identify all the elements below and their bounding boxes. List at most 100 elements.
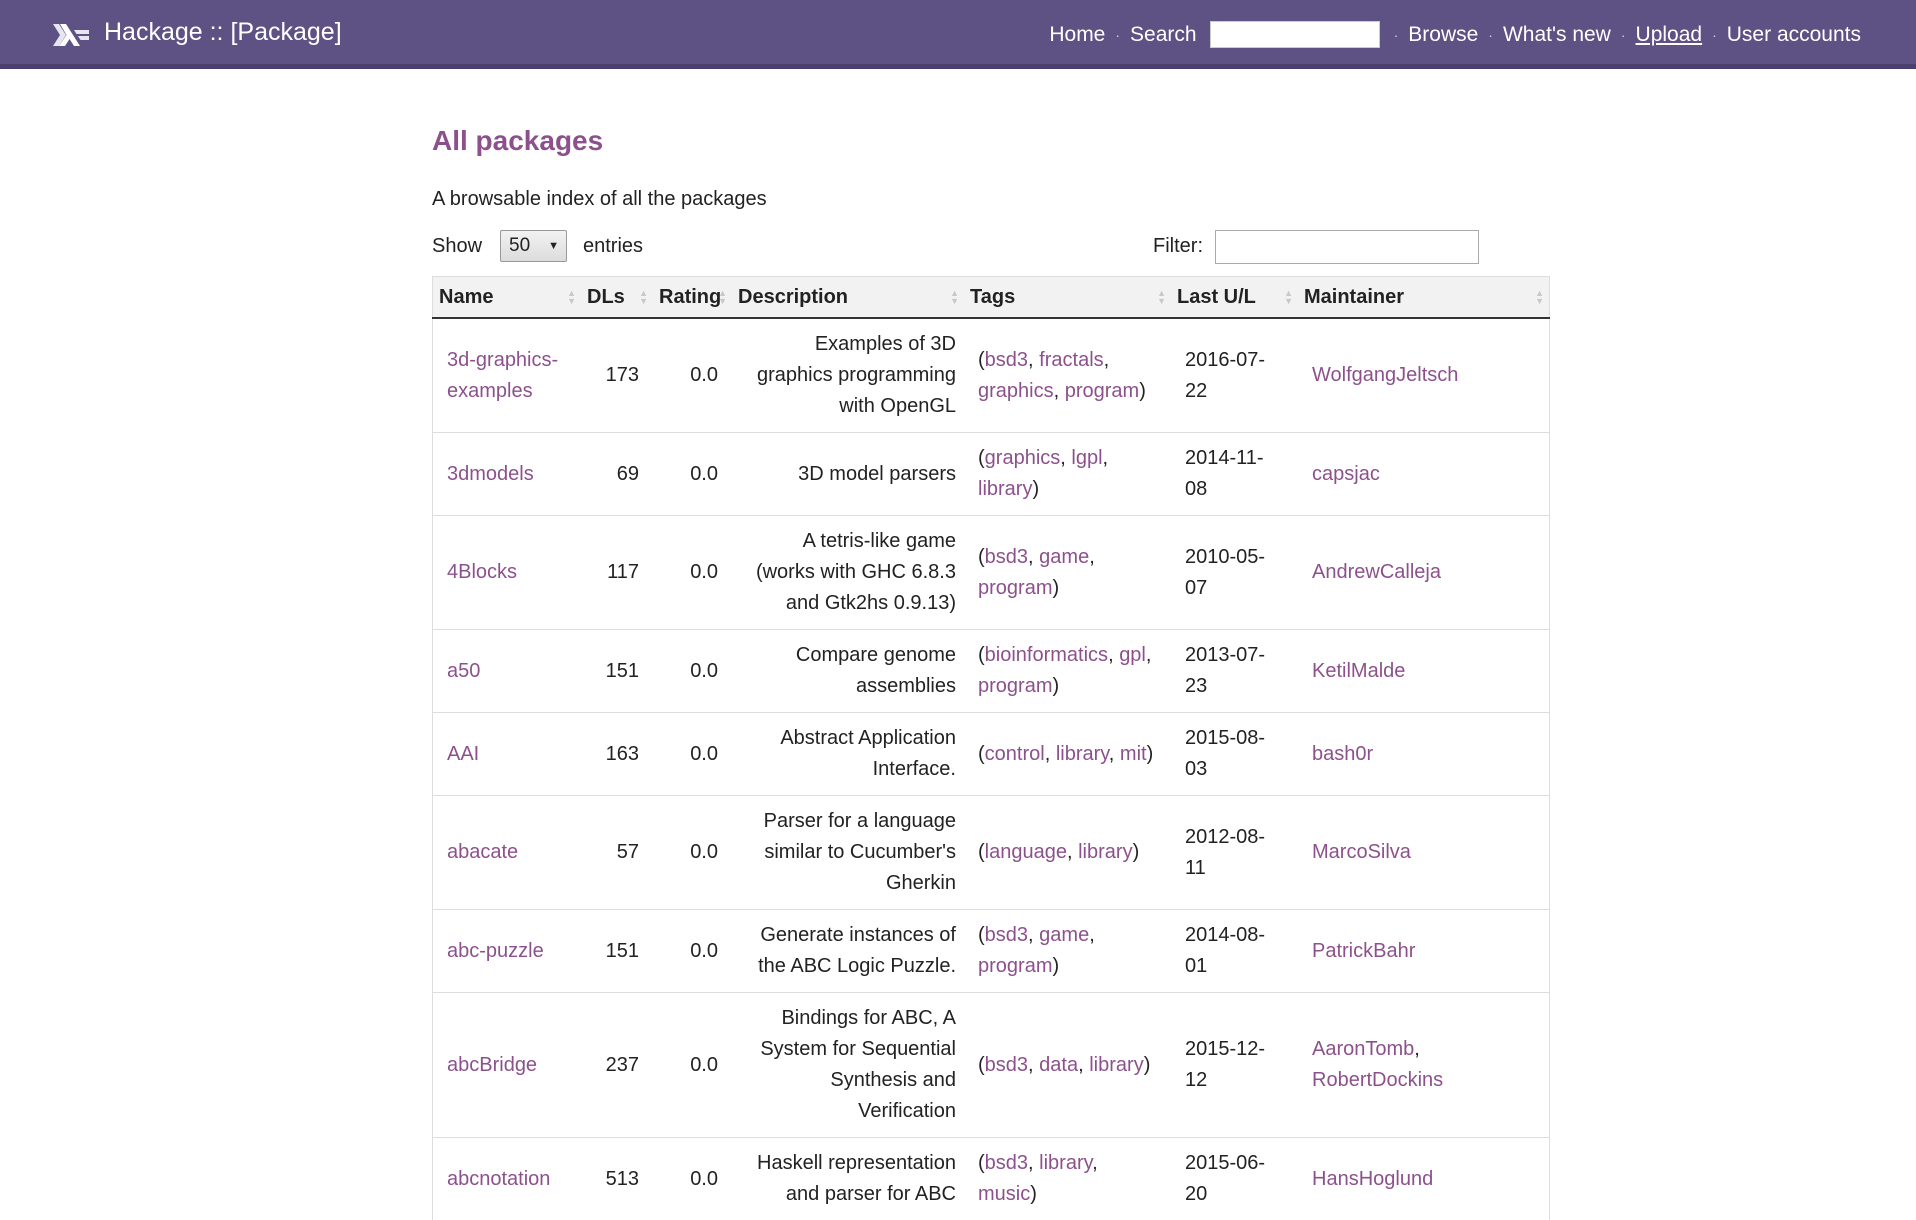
nav-browse[interactable]: Browse [1408,23,1478,47]
downloads-value: 151 [606,660,639,682]
description-cell: Haskell representation and parser for AB… [732,1138,964,1220]
downloads-cell: 163 [581,713,653,796]
maintainer-link[interactable]: PatrickBahr [1312,940,1415,962]
column-header-name[interactable]: Name▲▼ [433,277,582,319]
package-name-link[interactable]: AAI [447,743,479,765]
package-name-cell: a50 [433,630,582,713]
maintainer-link[interactable]: bash0r [1312,743,1373,765]
package-name-link[interactable]: 3d-graphics-examples [447,349,558,402]
tags-cell: (bioinformatics, gpl, program) [964,630,1171,713]
tag-link[interactable]: bsd3 [985,546,1028,568]
nav-home[interactable]: Home [1049,23,1105,47]
sort-icon: ▲▼ [1157,289,1166,305]
rating-cell: 0.0 [653,993,732,1138]
description-cell: Compare genome assemblies [732,630,964,713]
column-header-description[interactable]: Description▲▼ [732,277,964,319]
package-name-link[interactable]: abcBridge [447,1054,537,1076]
sort-icon: ▲▼ [950,289,959,305]
maintainer-link[interactable]: WolfgangJeltsch [1312,364,1458,386]
entries-label: entries [583,235,643,258]
tag-link[interactable]: program [978,955,1052,977]
tags-cell: (bsd3, game, program) [964,516,1171,630]
rating-cell: 0.0 [653,516,732,630]
table-row: abacate570.0Parser for a language simila… [433,796,1550,910]
filter-input[interactable] [1215,230,1479,264]
entries-select-value: 50 [509,235,530,256]
tag-link[interactable]: library [1056,743,1109,765]
tags-cell: (control, library, mit) [964,713,1171,796]
tags-cell: (bsd3, library, music) [964,1138,1171,1220]
tag-link[interactable]: bsd3 [985,1152,1028,1174]
maintainer-link[interactable]: RobertDockins [1312,1069,1443,1091]
tag-link[interactable]: program [978,577,1052,599]
rating-value: 0.0 [690,561,718,583]
column-header-maintainer[interactable]: Maintainer▲▼ [1298,277,1550,319]
search-input[interactable] [1210,21,1380,48]
tag-link[interactable]: library [1039,1152,1092,1174]
tag-link[interactable]: library [1078,841,1132,863]
tag-link[interactable]: control [985,743,1045,765]
maintainer-cell: bash0r [1298,713,1550,796]
downloads-value: 117 [607,561,639,583]
tag-link[interactable]: bsd3 [985,924,1028,946]
package-name-cell: 3dmodels [433,433,582,516]
maintainer-link[interactable]: MarcoSilva [1312,841,1411,863]
description-cell: 3D model parsers [732,433,964,516]
tag-link[interactable]: bioinformatics [985,644,1108,666]
tag-link[interactable]: graphics [985,447,1061,469]
tag-link[interactable]: language [985,841,1067,863]
column-header-dls[interactable]: DLs▲▼ [581,277,653,319]
column-header-last-upload[interactable]: Last U/L▲▼ [1171,277,1298,319]
column-header-tags[interactable]: Tags▲▼ [964,277,1171,319]
tag-link[interactable]: music [978,1183,1030,1205]
table-row: 4Blocks1170.0A tetris-like game (works w… [433,516,1550,630]
tag-link[interactable]: program [978,675,1052,697]
maintainer-link[interactable]: KetilMalde [1312,660,1405,682]
nav-user-accounts[interactable]: User accounts [1727,23,1861,47]
rating-cell: 0.0 [653,630,732,713]
tag-link[interactable]: mit [1120,743,1147,765]
haskell-logo-icon[interactable] [53,24,89,46]
nav-search-label: Search [1130,23,1197,47]
package-name-link[interactable]: abcnotation [447,1168,550,1190]
package-name-link[interactable]: a50 [447,660,480,682]
tag-link[interactable]: game [1039,546,1089,568]
tag-link[interactable]: data [1039,1054,1078,1076]
maintainer-link[interactable]: HansHoglund [1312,1168,1433,1190]
maintainer-cell: MarcoSilva [1298,796,1550,910]
tag-link[interactable]: lgpl [1071,447,1102,469]
last-upload-date: 2014-08-01 [1185,924,1265,977]
nav-upload[interactable]: Upload [1636,23,1703,47]
tag-link[interactable]: gpl [1119,644,1146,666]
tags-cell: (language, library) [964,796,1171,910]
package-name-link[interactable]: 3dmodels [447,463,534,485]
rating-value: 0.0 [690,841,718,863]
sort-icon: ▲▼ [639,289,648,305]
tag-link[interactable]: graphics [978,380,1054,402]
last-upload-date: 2016-07-22 [1185,349,1265,402]
nav-separator: · [1621,27,1626,43]
site-title[interactable]: Hackage :: [Package] [104,18,342,47]
maintainer-cell: AaronTomb, RobertDockins [1298,993,1550,1138]
tag-link[interactable]: program [1065,380,1139,402]
nav-whats-new[interactable]: What's new [1503,23,1611,47]
tag-link[interactable]: bsd3 [985,349,1028,371]
tag-link[interactable]: fractals [1039,349,1103,371]
maintainer-link[interactable]: AndrewCalleja [1312,561,1441,583]
package-name-link[interactable]: abc-puzzle [447,940,544,962]
last-upload-cell: 2013-07-23 [1171,630,1298,713]
package-name-link[interactable]: 4Blocks [447,561,517,583]
maintainer-link[interactable]: AaronTomb [1312,1038,1414,1060]
table-row: abcnotation5130.0Haskell representation … [433,1138,1550,1220]
column-header-rating[interactable]: Rating▲▼ [653,277,732,319]
maintainer-link[interactable]: capsjac [1312,463,1380,485]
tag-link[interactable]: library [978,478,1032,500]
tag-link[interactable]: library [1089,1054,1143,1076]
tag-link[interactable]: game [1039,924,1089,946]
downloads-cell: 513 [581,1138,653,1220]
tag-link[interactable]: bsd3 [985,1054,1028,1076]
downloads-value: 173 [606,364,639,386]
entries-select[interactable]: 50 ▼ [500,230,567,262]
package-name-link[interactable]: abacate [447,841,518,863]
rating-value: 0.0 [690,364,718,386]
